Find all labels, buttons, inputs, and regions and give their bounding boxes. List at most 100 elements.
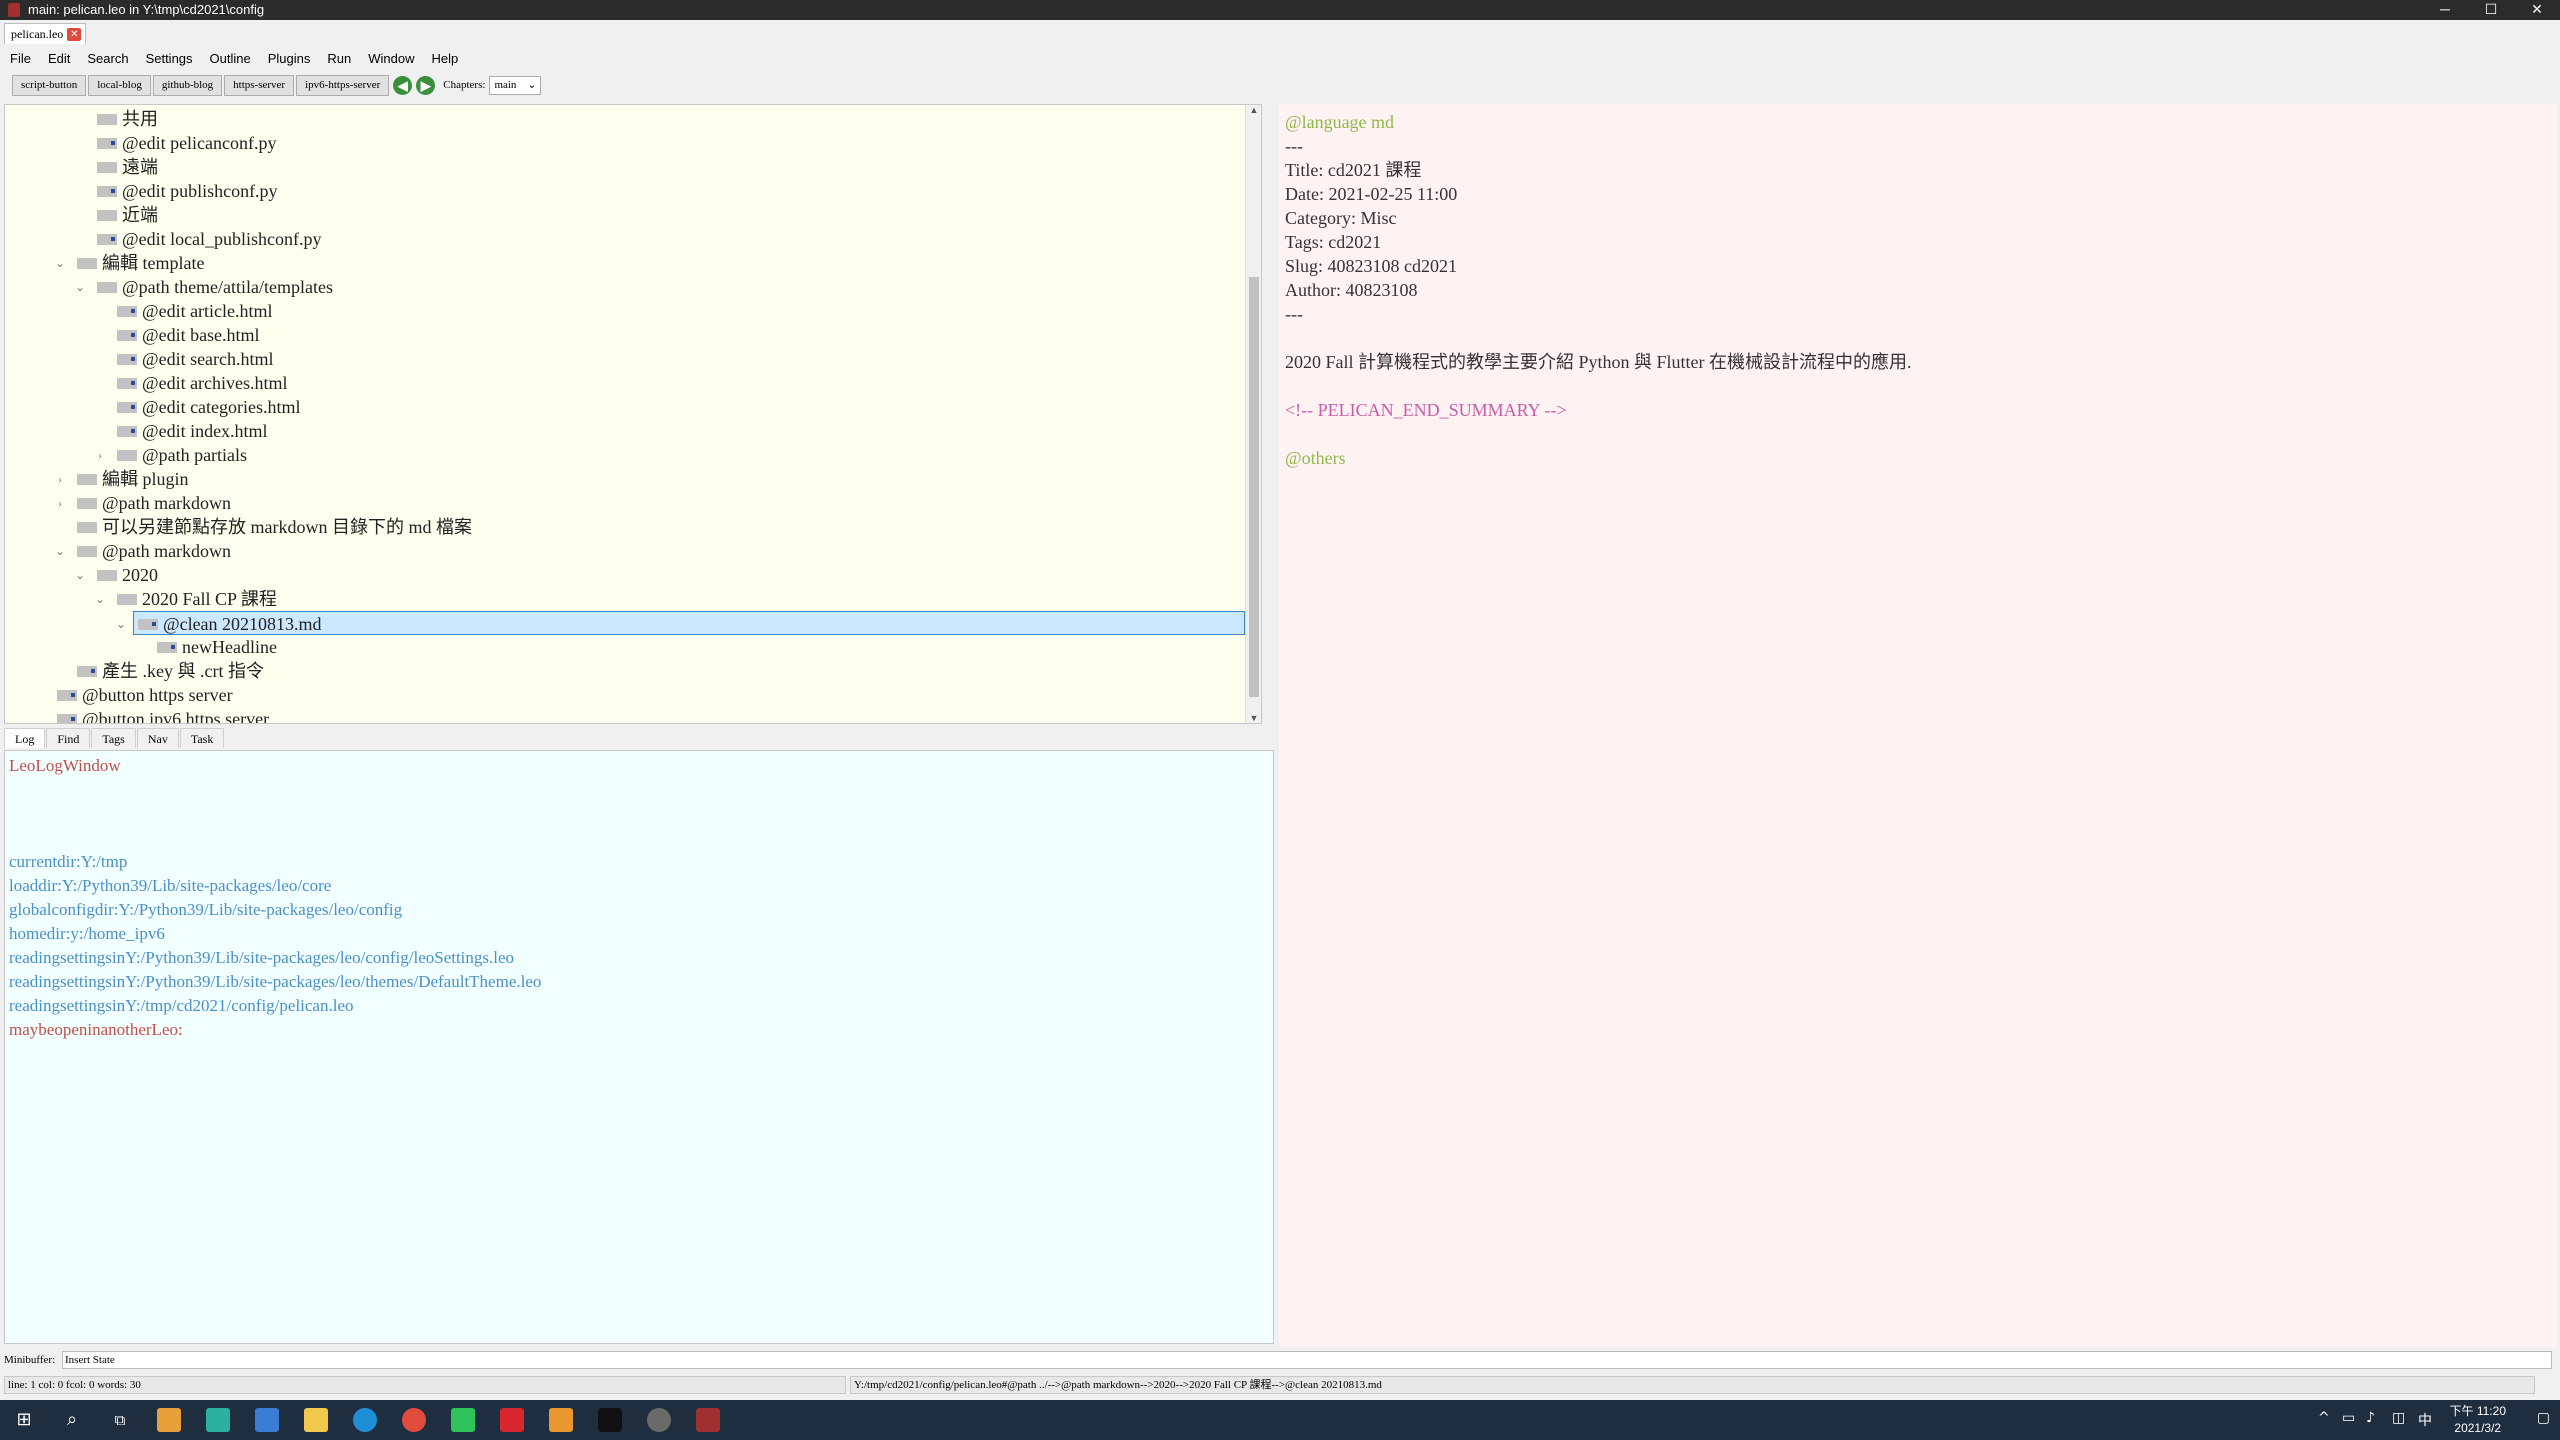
acrobat-icon[interactable] [500,1408,524,1432]
body-line [1285,422,2551,446]
tab-label: pelican.leo [11,27,64,41]
app-icon[interactable] [647,1408,671,1432]
edge-browser-icon[interactable] [353,1408,377,1432]
tab-close-icon[interactable]: ✕ [67,28,82,41]
outline-node-label: @edit archives.html [142,373,288,393]
collapse-arrow-icon[interactable]: ⌄ [53,251,67,275]
outline-node[interactable]: ⌄ @clean 20210813.md [116,611,1245,635]
app-icon[interactable] [549,1408,573,1432]
file-explorer-icon[interactable] [304,1408,328,1432]
outline-node-label: @button ipv6 https server [82,709,270,724]
menu-help[interactable]: Help [432,51,459,66]
node-icon [157,642,177,654]
outline-node-label: 編輯 template [102,253,205,273]
clock[interactable]: 下午 11:20 2021/3/2 [2450,1403,2506,1437]
body-line: 2020 Fall 計算機程式的教學主要介紹 Python 與 Flutter … [1285,352,1912,372]
volume-icon[interactable]: ♪ [2366,1410,2375,1426]
github-blog-button[interactable]: github-blog [152,74,223,96]
log-line: maybeopeninanotherLeo: [9,1020,183,1039]
outline-node-label: @path partials [142,445,248,465]
outline-node-label: @edit base.html [142,325,260,345]
node-icon [117,306,137,318]
line-chat-icon[interactable] [451,1408,475,1432]
node-icon [117,330,137,342]
maximize-button[interactable]: ☐ [2468,0,2514,20]
network-icon[interactable]: ◫ [2392,1410,2405,1426]
minimize-button[interactable]: ─ [2422,0,2468,20]
status-path: Y:/tmp/cd2021/config/pelican.leo#@path .… [850,1376,2535,1394]
ime-indicator[interactable]: 中 [2418,1410,2432,1430]
windows-start-icon[interactable]: ⊞ [12,1408,36,1432]
back-arrow-icon[interactable]: ◀ [393,75,413,95]
task-view-icon[interactable]: ⧉ [108,1408,132,1432]
local-blog-button[interactable]: local-blog [88,74,151,96]
menu-file[interactable]: File [10,51,31,66]
body-editor[interactable]: @language md --- Title: cd2021 課程 Date: … [1279,104,2557,1347]
expand-arrow-icon[interactable]: › [53,491,67,515]
mail-icon[interactable] [255,1408,279,1432]
outline-node-label: @path theme/attila/templates [122,277,334,297]
outline-node-label: 可以另建節點存放 markdown 目錄下的 md 檔案 [102,517,472,537]
document-tab-strip: pelican.leo ✕ [0,20,2560,46]
log-pane[interactable]: LeoLogWindow currentdir:Y:/tmp loaddir:Y… [4,750,1274,1344]
log-line: readingsettingsinY:/Python39/Lib/site-pa… [9,972,542,991]
tab-log[interactable]: Log [4,728,46,748]
outline-node-label: @edit article.html [142,301,273,321]
chapters-select[interactable]: main ⌄ [489,75,542,95]
log-line: LeoLogWindow [9,756,121,775]
node-icon [57,714,77,723]
ipv6-https-server-button[interactable]: ipv6-https-server [296,74,390,96]
close-window-button[interactable]: ✕ [2514,0,2560,20]
collapse-arrow-icon[interactable]: ⌄ [53,539,67,563]
body-line [1285,374,2551,398]
menu-run[interactable]: Run [327,51,351,66]
forward-arrow-icon[interactable]: ▶ [416,75,436,95]
menu-settings[interactable]: Settings [146,51,193,66]
node-icon [97,234,117,246]
notifications-icon[interactable]: ▢ [2537,1410,2550,1426]
menu-plugins[interactable]: Plugins [268,51,311,66]
outline-pane[interactable]: 共用 @edit pelicanconf.py 遠端 @edit publishcon… [4,104,1262,724]
show-hidden-icons-icon[interactable]: ^ [2318,1410,2330,1426]
tab-tags[interactable]: Tags [91,728,136,748]
menu-edit[interactable]: Edit [48,51,70,66]
tab-nav[interactable]: Nav [136,728,179,748]
scroll-down-icon[interactable]: ▼ [1246,713,1261,723]
node-icon [97,162,117,174]
outline-node-label: @edit categories.html [142,397,301,417]
menu-outline[interactable]: Outline [210,51,251,66]
collapse-arrow-icon[interactable]: ⌄ [93,587,107,611]
chrome-browser-icon[interactable] [402,1408,426,1432]
script-button[interactable]: script-button [12,74,87,96]
leo-app-icon [8,3,20,17]
tab-find[interactable]: Find [46,728,91,748]
collapse-arrow-icon[interactable]: ⌄ [114,612,128,636]
collapse-arrow-icon[interactable]: ⌄ [73,275,87,299]
body-line: Date: 2021-02-25 11:00 [1285,184,1458,204]
battery-icon[interactable]: ▭ [2342,1410,2355,1426]
collapse-arrow-icon[interactable]: ⌄ [73,563,87,587]
outline-node-label: @edit pelicanconf.py [122,133,277,153]
search-icon[interactable]: ⌕ [60,1408,84,1432]
expand-arrow-icon[interactable]: › [93,443,107,467]
leo-taskbar-icon[interactable] [696,1408,720,1432]
terminal-icon[interactable] [598,1408,622,1432]
log-line: readingsettingsinY:/tmp/cd2021/config/pe… [9,996,354,1015]
expand-arrow-icon[interactable]: › [53,467,67,491]
menu-window[interactable]: Window [368,51,414,66]
body-line: Author: 40823108 [1285,280,1418,300]
store-icon[interactable] [157,1408,181,1432]
tab-task[interactable]: Task [179,728,225,748]
minibuffer-input[interactable]: Insert State [62,1351,2552,1369]
app-icon[interactable] [206,1408,230,1432]
scrollbar-thumb[interactable] [1249,277,1259,697]
log-line: currentdir:Y:/tmp [9,852,128,871]
node-icon [77,474,97,486]
outline-scrollbar[interactable]: ▲ ▼ [1245,105,1261,723]
node-icon [97,186,117,198]
node-icon [117,594,137,606]
scroll-up-icon[interactable]: ▲ [1246,105,1261,115]
https-server-button[interactable]: https-server [224,74,295,96]
menu-search[interactable]: Search [87,51,128,66]
tab-pelican-leo[interactable]: pelican.leo ✕ [4,23,87,44]
